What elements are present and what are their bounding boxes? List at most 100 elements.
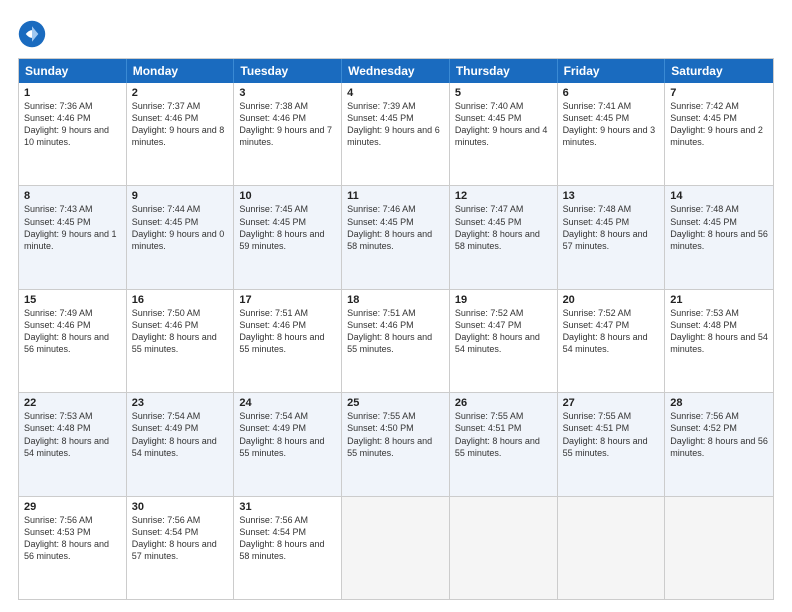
calendar-body: 1 Sunrise: 7:36 AMSunset: 4:46 PMDayligh… [19, 83, 773, 599]
calendar-day-4: 4 Sunrise: 7:39 AMSunset: 4:45 PMDayligh… [342, 83, 450, 185]
calendar-day-7: 7 Sunrise: 7:42 AMSunset: 4:45 PMDayligh… [665, 83, 773, 185]
day-number: 14 [670, 190, 768, 202]
calendar-week-2: 8 Sunrise: 7:43 AMSunset: 4:45 PMDayligh… [19, 186, 773, 289]
calendar-week-1: 1 Sunrise: 7:36 AMSunset: 4:46 PMDayligh… [19, 83, 773, 186]
day-info: Sunrise: 7:53 AMSunset: 4:48 PMDaylight:… [670, 308, 768, 354]
day-number: 12 [455, 190, 552, 202]
day-number: 1 [24, 87, 121, 99]
calendar-day-18: 18 Sunrise: 7:51 AMSunset: 4:46 PMDaylig… [342, 290, 450, 392]
calendar-day-2: 2 Sunrise: 7:37 AMSunset: 4:46 PMDayligh… [127, 83, 235, 185]
day-info: Sunrise: 7:52 AMSunset: 4:47 PMDaylight:… [455, 308, 540, 354]
day-info: Sunrise: 7:44 AMSunset: 4:45 PMDaylight:… [132, 204, 225, 250]
calendar-day-10: 10 Sunrise: 7:45 AMSunset: 4:45 PMDaylig… [234, 186, 342, 288]
day-number: 24 [239, 397, 336, 409]
calendar-day-26: 26 Sunrise: 7:55 AMSunset: 4:51 PMDaylig… [450, 393, 558, 495]
day-info: Sunrise: 7:56 AMSunset: 4:54 PMDaylight:… [132, 515, 217, 561]
empty-cell [558, 497, 666, 599]
header-day-monday: Monday [127, 59, 235, 83]
calendar-day-12: 12 Sunrise: 7:47 AMSunset: 4:45 PMDaylig… [450, 186, 558, 288]
day-info: Sunrise: 7:55 AMSunset: 4:50 PMDaylight:… [347, 411, 432, 457]
day-info: Sunrise: 7:51 AMSunset: 4:46 PMDaylight:… [347, 308, 432, 354]
day-info: Sunrise: 7:43 AMSunset: 4:45 PMDaylight:… [24, 204, 117, 250]
day-number: 29 [24, 501, 121, 513]
calendar-day-23: 23 Sunrise: 7:54 AMSunset: 4:49 PMDaylig… [127, 393, 235, 495]
day-number: 20 [563, 294, 660, 306]
day-info: Sunrise: 7:37 AMSunset: 4:46 PMDaylight:… [132, 101, 225, 147]
header-day-sunday: Sunday [19, 59, 127, 83]
day-number: 15 [24, 294, 121, 306]
day-info: Sunrise: 7:54 AMSunset: 4:49 PMDaylight:… [239, 411, 324, 457]
day-number: 19 [455, 294, 552, 306]
calendar-day-16: 16 Sunrise: 7:50 AMSunset: 4:46 PMDaylig… [127, 290, 235, 392]
day-info: Sunrise: 7:47 AMSunset: 4:45 PMDaylight:… [455, 204, 540, 250]
page: SundayMondayTuesdayWednesdayThursdayFrid… [0, 0, 792, 612]
day-info: Sunrise: 7:48 AMSunset: 4:45 PMDaylight:… [563, 204, 648, 250]
calendar-day-13: 13 Sunrise: 7:48 AMSunset: 4:45 PMDaylig… [558, 186, 666, 288]
day-info: Sunrise: 7:46 AMSunset: 4:45 PMDaylight:… [347, 204, 432, 250]
calendar-day-17: 17 Sunrise: 7:51 AMSunset: 4:46 PMDaylig… [234, 290, 342, 392]
day-info: Sunrise: 7:45 AMSunset: 4:45 PMDaylight:… [239, 204, 324, 250]
header-day-tuesday: Tuesday [234, 59, 342, 83]
day-number: 5 [455, 87, 552, 99]
day-number: 3 [239, 87, 336, 99]
empty-cell [665, 497, 773, 599]
day-number: 2 [132, 87, 229, 99]
calendar-day-30: 30 Sunrise: 7:56 AMSunset: 4:54 PMDaylig… [127, 497, 235, 599]
day-number: 30 [132, 501, 229, 513]
day-number: 13 [563, 190, 660, 202]
calendar-day-28: 28 Sunrise: 7:56 AMSunset: 4:52 PMDaylig… [665, 393, 773, 495]
day-info: Sunrise: 7:36 AMSunset: 4:46 PMDaylight:… [24, 101, 109, 147]
day-number: 7 [670, 87, 768, 99]
header [18, 16, 774, 48]
day-info: Sunrise: 7:55 AMSunset: 4:51 PMDaylight:… [455, 411, 540, 457]
day-info: Sunrise: 7:51 AMSunset: 4:46 PMDaylight:… [239, 308, 324, 354]
calendar-day-20: 20 Sunrise: 7:52 AMSunset: 4:47 PMDaylig… [558, 290, 666, 392]
day-number: 10 [239, 190, 336, 202]
empty-cell [450, 497, 558, 599]
header-day-wednesday: Wednesday [342, 59, 450, 83]
day-info: Sunrise: 7:56 AMSunset: 4:53 PMDaylight:… [24, 515, 109, 561]
day-number: 9 [132, 190, 229, 202]
day-info: Sunrise: 7:38 AMSunset: 4:46 PMDaylight:… [239, 101, 332, 147]
calendar-day-6: 6 Sunrise: 7:41 AMSunset: 4:45 PMDayligh… [558, 83, 666, 185]
day-number: 8 [24, 190, 121, 202]
day-number: 26 [455, 397, 552, 409]
calendar-day-25: 25 Sunrise: 7:55 AMSunset: 4:50 PMDaylig… [342, 393, 450, 495]
calendar-week-3: 15 Sunrise: 7:49 AMSunset: 4:46 PMDaylig… [19, 290, 773, 393]
day-number: 11 [347, 190, 444, 202]
day-number: 23 [132, 397, 229, 409]
logo [18, 20, 50, 48]
calendar-day-8: 8 Sunrise: 7:43 AMSunset: 4:45 PMDayligh… [19, 186, 127, 288]
day-number: 4 [347, 87, 444, 99]
day-info: Sunrise: 7:41 AMSunset: 4:45 PMDaylight:… [563, 101, 656, 147]
calendar-week-4: 22 Sunrise: 7:53 AMSunset: 4:48 PMDaylig… [19, 393, 773, 496]
calendar-day-11: 11 Sunrise: 7:46 AMSunset: 4:45 PMDaylig… [342, 186, 450, 288]
day-info: Sunrise: 7:52 AMSunset: 4:47 PMDaylight:… [563, 308, 648, 354]
calendar-day-3: 3 Sunrise: 7:38 AMSunset: 4:46 PMDayligh… [234, 83, 342, 185]
day-info: Sunrise: 7:40 AMSunset: 4:45 PMDaylight:… [455, 101, 548, 147]
day-info: Sunrise: 7:56 AMSunset: 4:52 PMDaylight:… [670, 411, 768, 457]
header-day-saturday: Saturday [665, 59, 773, 83]
day-info: Sunrise: 7:53 AMSunset: 4:48 PMDaylight:… [24, 411, 109, 457]
calendar-day-15: 15 Sunrise: 7:49 AMSunset: 4:46 PMDaylig… [19, 290, 127, 392]
day-info: Sunrise: 7:42 AMSunset: 4:45 PMDaylight:… [670, 101, 763, 147]
day-number: 22 [24, 397, 121, 409]
logo-icon [18, 20, 46, 48]
day-info: Sunrise: 7:48 AMSunset: 4:45 PMDaylight:… [670, 204, 768, 250]
calendar-day-9: 9 Sunrise: 7:44 AMSunset: 4:45 PMDayligh… [127, 186, 235, 288]
day-number: 27 [563, 397, 660, 409]
day-info: Sunrise: 7:50 AMSunset: 4:46 PMDaylight:… [132, 308, 217, 354]
day-number: 6 [563, 87, 660, 99]
day-number: 31 [239, 501, 336, 513]
day-number: 25 [347, 397, 444, 409]
calendar-day-27: 27 Sunrise: 7:55 AMSunset: 4:51 PMDaylig… [558, 393, 666, 495]
calendar-day-22: 22 Sunrise: 7:53 AMSunset: 4:48 PMDaylig… [19, 393, 127, 495]
day-info: Sunrise: 7:56 AMSunset: 4:54 PMDaylight:… [239, 515, 324, 561]
day-info: Sunrise: 7:39 AMSunset: 4:45 PMDaylight:… [347, 101, 440, 147]
calendar-week-5: 29 Sunrise: 7:56 AMSunset: 4:53 PMDaylig… [19, 497, 773, 599]
calendar-day-29: 29 Sunrise: 7:56 AMSunset: 4:53 PMDaylig… [19, 497, 127, 599]
day-number: 16 [132, 294, 229, 306]
day-info: Sunrise: 7:49 AMSunset: 4:46 PMDaylight:… [24, 308, 109, 354]
day-info: Sunrise: 7:55 AMSunset: 4:51 PMDaylight:… [563, 411, 648, 457]
calendar-day-31: 31 Sunrise: 7:56 AMSunset: 4:54 PMDaylig… [234, 497, 342, 599]
